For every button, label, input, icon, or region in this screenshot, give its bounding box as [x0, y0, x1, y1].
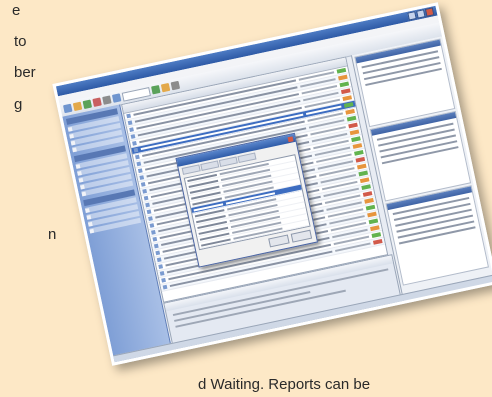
filter-icon[interactable] [160, 82, 171, 93]
item-icon [155, 250, 161, 256]
minimize-icon[interactable] [407, 11, 417, 21]
page-text-bottom-line: d Waiting. Reports can be [198, 376, 371, 393]
item-icon [145, 202, 150, 208]
item-icon [146, 209, 152, 215]
folder-icon [87, 221, 93, 227]
page-text-line-2: to [14, 33, 27, 50]
dialog-tab[interactable] [237, 152, 257, 164]
item-icon [153, 243, 159, 249]
status-flag [343, 102, 354, 108]
status-flag [361, 184, 371, 191]
item-icon [140, 182, 146, 187]
status-flag [370, 225, 380, 232]
open-icon[interactable] [72, 101, 83, 112]
folder-icon [70, 140, 76, 145]
dialog-tab[interactable] [218, 156, 238, 168]
application-screenshot [52, 2, 492, 366]
item-icon [161, 277, 166, 283]
folder-icon [72, 147, 77, 152]
nav-group [73, 145, 134, 197]
status-flag [345, 108, 355, 115]
dialog-tab[interactable] [181, 164, 201, 175]
status-flag [364, 197, 374, 204]
item-icon [158, 264, 164, 269]
ok-button[interactable] [268, 234, 290, 248]
folder-icon [77, 170, 82, 176]
page-text-line-1: e [12, 2, 21, 19]
status-flag [346, 115, 357, 122]
status-flag [355, 156, 366, 163]
item-icon [139, 175, 145, 180]
folder-icon [84, 207, 90, 213]
status-flag [362, 191, 373, 197]
status-flag [372, 239, 383, 245]
folder-icon [69, 133, 74, 139]
item-icon [149, 223, 155, 228]
item-icon [133, 147, 139, 153]
folder-icon [81, 191, 87, 196]
delete-icon[interactable] [92, 97, 102, 107]
item-icon [156, 257, 162, 263]
dialog-tab[interactable] [200, 160, 220, 171]
close-icon[interactable] [287, 135, 294, 142]
status-flag [339, 81, 350, 88]
status-flag [336, 67, 347, 74]
item-icon [130, 134, 136, 139]
folder-icon [79, 184, 85, 189]
status-flag [349, 129, 360, 136]
folder-icon [89, 228, 95, 234]
item-icon [143, 195, 149, 201]
new-icon[interactable] [63, 103, 73, 114]
status-flag [371, 232, 382, 238]
folder-icon [75, 163, 81, 169]
save-icon[interactable] [82, 99, 93, 110]
settings-icon[interactable] [170, 80, 181, 91]
status-flag [359, 177, 370, 184]
folder-icon [67, 126, 73, 132]
page-text-line-5: n [48, 226, 57, 243]
item-icon [129, 127, 134, 133]
item-icon [127, 120, 133, 126]
status-flag [358, 170, 369, 177]
status-flag [367, 211, 377, 218]
maximize-icon[interactable] [416, 9, 426, 19]
status-flag [348, 122, 358, 129]
item-icon [137, 168, 143, 174]
item-icon [152, 236, 158, 242]
status-flag [365, 204, 376, 211]
status-flag [351, 136, 361, 143]
page-text-line-4: g [14, 96, 23, 113]
item-icon [159, 271, 165, 276]
nav-group [65, 108, 124, 153]
status-flag [354, 149, 364, 156]
print-icon[interactable] [102, 95, 112, 105]
item-icon [135, 154, 140, 160]
item-icon [151, 229, 156, 235]
tasks-pane [385, 185, 490, 286]
status-flag [368, 218, 379, 225]
status-flag [340, 88, 351, 95]
folder-icon [86, 214, 92, 220]
refresh-icon[interactable] [111, 93, 122, 103]
item-icon [162, 284, 168, 290]
status-flag [338, 74, 348, 81]
nav-group [83, 189, 142, 234]
page-text-line-3: ber [14, 64, 36, 81]
report-icon[interactable] [151, 84, 161, 95]
folder-icon [78, 177, 84, 183]
item-icon [132, 140, 137, 146]
item-icon [148, 216, 153, 222]
item-icon [126, 113, 132, 119]
status-flag [352, 143, 363, 149]
item-icon [142, 188, 148, 194]
status-flag [342, 95, 353, 101]
cancel-button[interactable] [290, 229, 313, 243]
item-icon [136, 161, 142, 167]
close-icon[interactable] [424, 7, 435, 17]
status-flag [356, 163, 367, 170]
